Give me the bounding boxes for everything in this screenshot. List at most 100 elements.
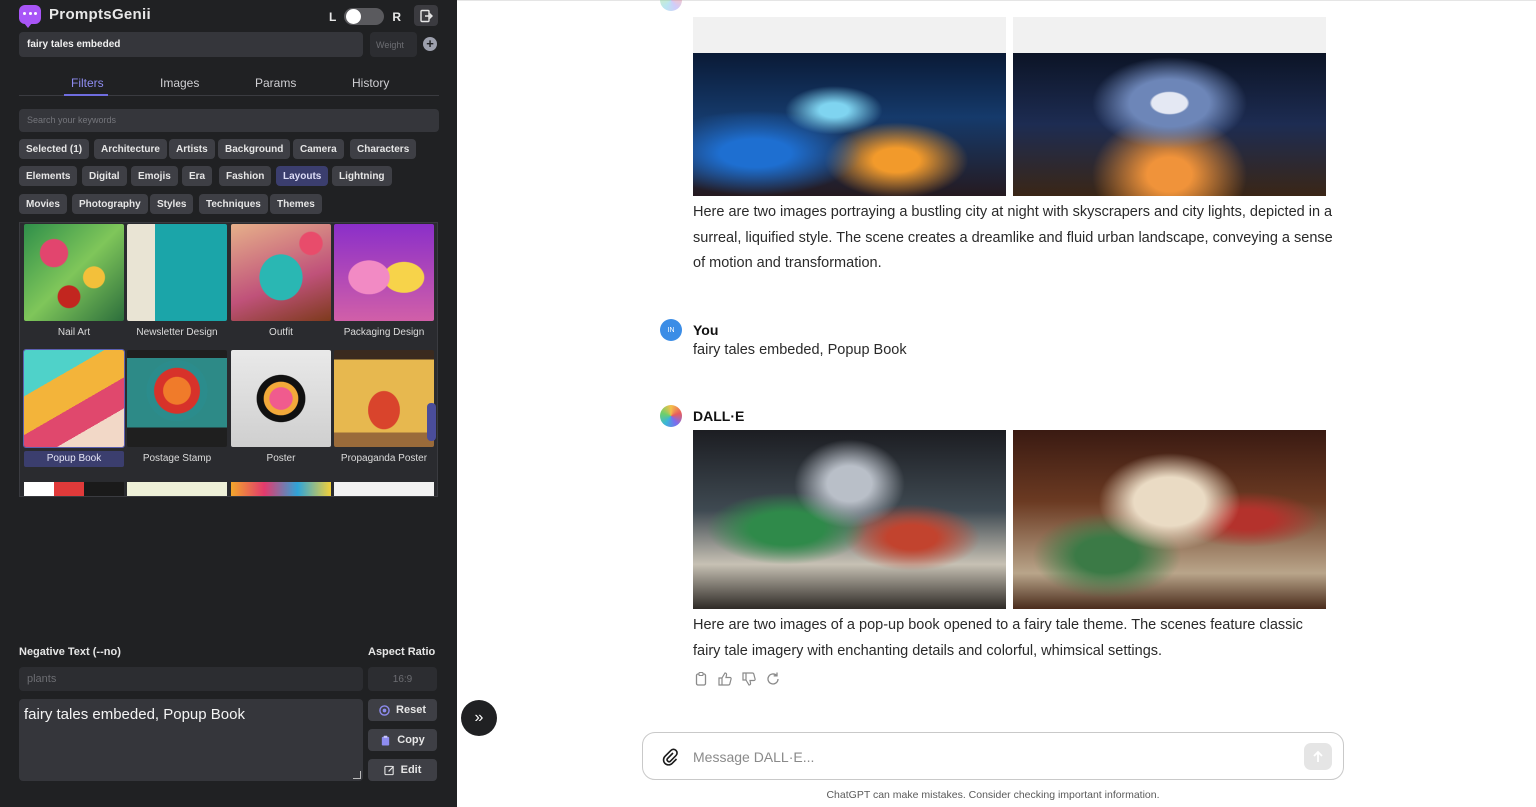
dalle-message-1: Here are two images portraying a bustlin… [693, 204, 1333, 271]
collapse-panel-button[interactable]: » [461, 700, 497, 736]
chip-architecture[interactable]: Architecture [94, 139, 167, 159]
brand-name: PromptsGenii [49, 6, 151, 23]
chip-fashion[interactable]: Fashion [219, 166, 272, 186]
user-name: You [693, 322, 719, 338]
gallery-card-postage-stamp[interactable]: Postage Stamp [127, 350, 227, 470]
toggle-right-label: R [392, 9, 402, 24]
gallery-card-newsletter-design[interactable]: Newsletter Design [127, 224, 227, 344]
chip-elements[interactable]: Elements [19, 166, 78, 186]
chip-photography[interactable]: Photography [72, 194, 148, 214]
exit-icon [420, 9, 433, 22]
chip-era[interactable]: Era [182, 166, 213, 186]
send-button[interactable] [1304, 743, 1332, 770]
chip-lightning[interactable]: Lightning [332, 166, 392, 186]
disclaimer: ChatGPT can make mistakes. Consider chec… [826, 789, 1160, 801]
gallery-card-packaging-design[interactable]: Packaging Design [334, 224, 434, 344]
outfit-thumbnail [231, 224, 331, 321]
copy-label: Copy [397, 734, 425, 746]
gallery-next-row-thumbnail [334, 482, 434, 496]
gallery-card-propaganda-poster[interactable]: Propaganda Poster [334, 350, 434, 470]
arrow-up-icon [1313, 750, 1323, 762]
clipboard-icon [382, 735, 390, 746]
regenerate-icon[interactable] [765, 671, 781, 687]
chip-background[interactable]: Background [218, 139, 291, 159]
chip-characters[interactable]: Characters [350, 139, 417, 159]
tab-params[interactable]: Params [255, 76, 296, 90]
poster-thumbnail [231, 350, 331, 447]
chip-techniques[interactable]: Techniques [199, 194, 268, 214]
packaging-design-thumbnail [334, 224, 434, 321]
chip-digital[interactable]: Digital [82, 166, 127, 186]
gallery-scrollbar[interactable] [427, 403, 436, 441]
layout-gallery: Nail Art Newsletter Design Outfit Packag… [19, 222, 438, 497]
gallery-card-outfit[interactable]: Outfit [231, 224, 331, 344]
aspect-ratio-label: Aspect Ratio [368, 646, 436, 658]
double-chevron-right-icon: » [474, 709, 484, 726]
edit-button[interactable]: Edit [368, 759, 437, 781]
tab-filters[interactable]: Filters [71, 76, 104, 90]
gallery-next-row-thumbnail [127, 482, 227, 496]
gallery-card-popup-book[interactable]: Popup Book [23, 349, 125, 470]
gallery-caption: Propaganda Poster [340, 453, 428, 464]
propaganda-poster-thumbnail [334, 350, 434, 447]
dalle-name: DALL·E [693, 408, 745, 424]
message-composer[interactable]: Message DALL·E... [642, 732, 1344, 780]
active-tab-underline [64, 94, 108, 96]
dalle-avatar [660, 405, 682, 427]
composer-placeholder: Message DALL·E... [693, 749, 815, 765]
city-image-2-render [1013, 53, 1326, 196]
add-icon[interactable]: + [423, 37, 437, 51]
reset-icon [379, 704, 390, 716]
final-prompt-textarea[interactable]: fairy tales embeded, Popup Book [19, 699, 363, 781]
reset-label: Reset [396, 704, 426, 716]
edit-icon [383, 765, 394, 775]
gallery-caption: Newsletter Design [136, 327, 218, 338]
gallery-card-nail-art[interactable]: Nail Art [24, 224, 124, 344]
chip-artists[interactable]: Artists [169, 139, 215, 159]
popup-book-image-1[interactable] [693, 430, 1006, 609]
gallery-card-poster[interactable]: Poster [231, 350, 331, 470]
copy-button[interactable]: Copy [368, 729, 437, 751]
user-avatar-initials: IN [667, 326, 675, 334]
aspect-ratio-input[interactable]: 16:9 [368, 667, 437, 691]
panel-tabs: Filters Images Params History [19, 74, 439, 96]
chip-camera[interactable]: Camera [293, 139, 344, 159]
prompt-input[interactable]: fairy tales embeded [19, 32, 363, 57]
tab-images[interactable]: Images [160, 76, 199, 90]
dalle-avatar-previous [660, 0, 682, 11]
city-image-1[interactable] [693, 17, 1006, 196]
user-message: fairy tales embeded, Popup Book [693, 342, 907, 358]
gallery-caption: Nail Art [57, 327, 91, 338]
chip-movies[interactable]: Movies [19, 194, 67, 214]
chip-layouts[interactable]: Layouts [276, 166, 329, 186]
thumbs-up-icon[interactable] [717, 671, 733, 687]
resize-handle[interactable] [353, 771, 361, 779]
chip-themes[interactable]: Themes [270, 194, 322, 214]
reset-button[interactable]: Reset [368, 699, 437, 721]
toggle-left-label: L [329, 9, 337, 24]
gallery-caption: Poster [266, 453, 296, 464]
chat-area: Here are two images portraying a bustlin… [457, 0, 1536, 807]
chip-emojis[interactable]: Emojis [131, 166, 178, 186]
newsletter-design-thumbnail [127, 224, 227, 321]
city-image-2[interactable] [1013, 17, 1326, 196]
thumbs-down-icon[interactable] [741, 671, 757, 687]
chip-styles[interactable]: Styles [150, 194, 194, 214]
gallery-caption: Postage Stamp [142, 453, 212, 464]
copy-icon[interactable] [693, 671, 709, 687]
user-avatar: IN [660, 319, 682, 341]
paperclip-icon[interactable] [661, 747, 679, 767]
city-image-1-render [693, 53, 1006, 196]
negative-text-input[interactable]: plants [19, 667, 363, 691]
tab-history[interactable]: History [352, 76, 389, 90]
weight-input[interactable]: Weight [370, 32, 417, 57]
gallery-next-row-thumbnail [24, 482, 124, 496]
gallery-caption: Outfit [269, 327, 293, 338]
side-toggle[interactable] [344, 8, 385, 25]
edit-label: Edit [400, 764, 422, 776]
side-toggle-group: L R [329, 8, 401, 25]
chip-selected[interactable]: Selected (1) [19, 139, 90, 159]
popup-book-image-2[interactable] [1013, 430, 1326, 609]
keyword-search-input[interactable]: Search your keywords [19, 109, 439, 132]
exit-button[interactable] [414, 5, 438, 26]
